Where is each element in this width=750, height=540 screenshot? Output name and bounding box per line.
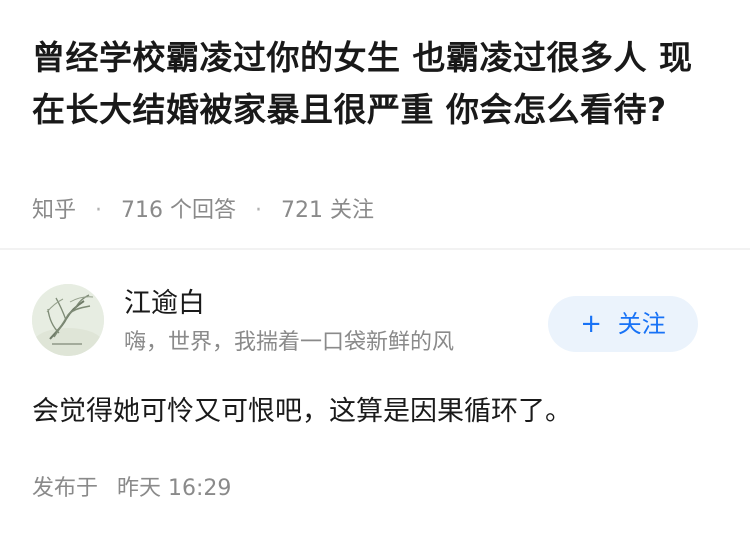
followers-count[interactable]: 721 关注 <box>281 198 374 223</box>
tree-landscape-avatar-icon <box>32 284 104 356</box>
published-time: 昨天 16:29 <box>117 476 232 501</box>
author-bio: 嗨，世界，我揣着一口袋新鲜的风 <box>124 328 516 358</box>
question-title[interactable]: 曾经学校霸凌过你的女生 也霸凌过很多人 现在长大结婚被家暴且很严重 你会怎么看待… <box>32 32 722 136</box>
published-prefix: 发布于 <box>32 476 99 501</box>
plus-icon: + <box>580 309 603 339</box>
question-meta: 知乎 · 716 个回答 · 721 关注 <box>32 196 374 226</box>
follow-button-label: 关注 <box>617 310 666 338</box>
source-label[interactable]: 知乎 <box>32 198 76 223</box>
author-name[interactable]: 江逾白 <box>124 286 205 322</box>
answer-published-time: 发布于 昨天 16:29 <box>32 474 231 504</box>
meta-separator-dot: · <box>255 198 263 223</box>
answer-card: 江逾白 嗨，世界，我揣着一口袋新鲜的风 + 关注 会觉得她可怜又可恨吧，这算是因… <box>0 250 750 540</box>
answer-content[interactable]: 会觉得她可怜又可恨吧，这算是因果循环了。 <box>32 392 722 432</box>
author-avatar[interactable] <box>32 284 104 356</box>
meta-separator-dot: · <box>95 198 103 223</box>
author-bio-text: 嗨，世界，我揣着一口袋新鲜的风 <box>124 330 455 355</box>
zhihu-question-page: 曾经学校霸凌过你的女生 也霸凌过很多人 现在长大结婚被家暴且很严重 你会怎么看待… <box>0 0 750 540</box>
follow-button[interactable]: + 关注 <box>548 296 698 352</box>
answers-count[interactable]: 716 个回答 <box>121 198 236 223</box>
question-header: 曾经学校霸凌过你的女生 也霸凌过很多人 现在长大结婚被家暴且很严重 你会怎么看待… <box>0 0 750 250</box>
bio-fade-overlay <box>476 328 516 358</box>
